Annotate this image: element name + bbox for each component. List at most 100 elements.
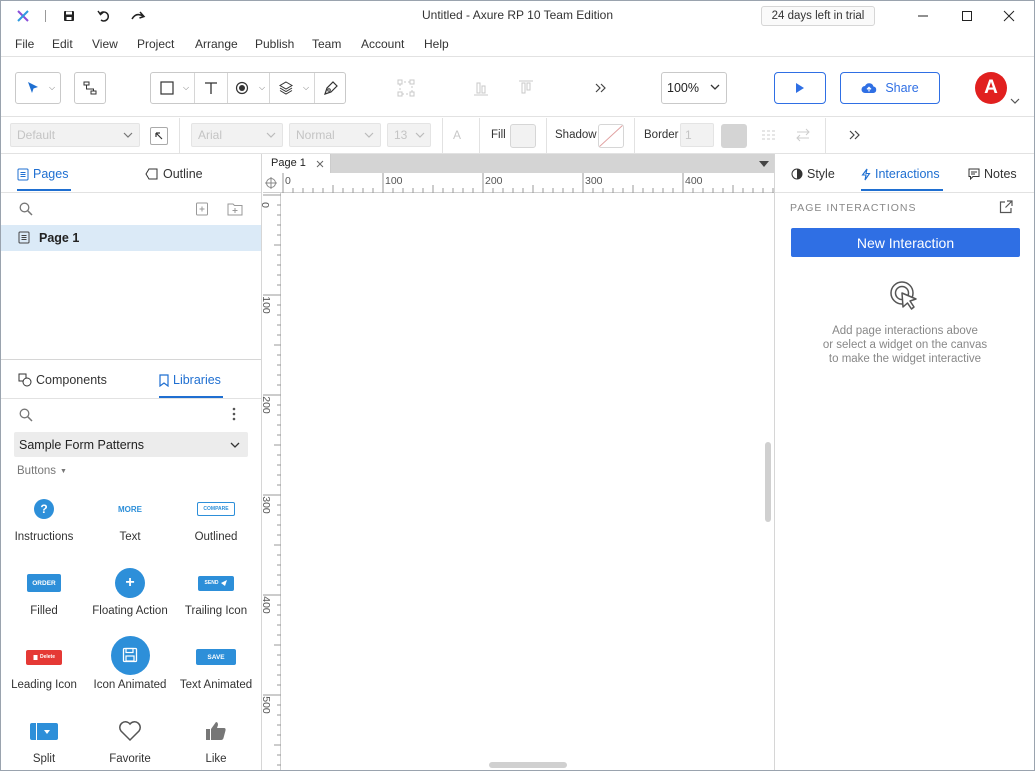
library-item-text[interactable]: MORE Text [87, 491, 173, 544]
close-tab-icon[interactable] [316, 160, 324, 168]
font-size-select[interactable]: 13 [387, 123, 431, 147]
close-icon[interactable] [999, 7, 1019, 25]
avatar[interactable]: A [975, 72, 1007, 104]
tab-notes[interactable]: Notes [968, 167, 1017, 181]
divider [1, 398, 261, 399]
chevron-down-icon[interactable]: ⌵ [181, 73, 191, 103]
cursor-click-icon [889, 280, 921, 315]
border-color-swatch[interactable] [721, 124, 747, 148]
fill-swatch[interactable] [510, 124, 536, 148]
divider [442, 118, 443, 153]
menu-help[interactable]: Help [424, 37, 449, 51]
tab-list-icon[interactable] [759, 161, 769, 167]
chevron-down-icon [415, 132, 425, 138]
tab-pages[interactable]: Pages [17, 167, 68, 181]
add-page-icon[interactable] [195, 202, 209, 219]
library-item-instructions[interactable]: ? Instructions [1, 491, 87, 543]
pointer-icon[interactable] [22, 73, 44, 103]
menu-bar: File Edit View Project Arrange Publish T… [1, 31, 1034, 57]
align-top-icon[interactable] [514, 74, 538, 102]
menu-view[interactable]: View [92, 37, 118, 51]
leading-icon-button-preview: Delete [26, 649, 62, 665]
fill-label: Fill [491, 129, 506, 141]
connector-tool[interactable] [74, 72, 106, 104]
font-weight-select[interactable]: Normal [289, 123, 381, 147]
style-manager-icon[interactable] [150, 127, 168, 145]
toolbar-divider [227, 73, 228, 103]
trial-badge[interactable]: 24 days left in trial [761, 6, 875, 26]
list-item[interactable]: Page 1 [1, 225, 261, 251]
vertical-scrollbar[interactable] [765, 442, 771, 522]
shadow-swatch[interactable] [598, 124, 624, 148]
library-item-label: Icon Animated [93, 679, 167, 691]
library-item-split[interactable]: Split [1, 713, 87, 765]
library-item-floating-action[interactable]: + Floating Action [87, 565, 173, 617]
page-tab-strip: Page 1 [263, 154, 774, 173]
more-styles-icon[interactable] [849, 129, 861, 143]
section-toggle[interactable]: Buttons ▼ [17, 465, 67, 477]
tab-interactions[interactable]: Interactions [861, 167, 940, 181]
menu-edit[interactable]: Edit [52, 37, 73, 51]
search-icon[interactable] [19, 408, 33, 425]
connector-icon[interactable] [75, 73, 105, 103]
search-icon[interactable] [19, 202, 33, 219]
kebab-menu-icon[interactable] [232, 407, 236, 424]
menu-team[interactable]: Team [312, 37, 341, 51]
tab-style[interactable]: Style [791, 167, 835, 181]
ruler-label: 100 [259, 296, 272, 314]
chevron-down-icon[interactable]: ⌵ [301, 73, 311, 103]
border-width-input[interactable]: 1 [680, 123, 714, 147]
text-tool-icon[interactable] [197, 73, 225, 103]
maximize-icon[interactable] [957, 7, 977, 25]
menu-project[interactable]: Project [137, 37, 174, 51]
library-item-icon-animated[interactable]: Icon Animated [87, 635, 173, 691]
border-style-icon[interactable] [761, 128, 777, 145]
zoom-select[interactable]: 100% [661, 72, 727, 104]
chevron-down-icon[interactable]: ⌵ [257, 73, 267, 103]
ellipse-icon[interactable] [229, 73, 255, 103]
tab-libraries[interactable]: Libraries [159, 373, 221, 387]
menu-publish[interactable]: Publish [255, 37, 294, 51]
tab-components[interactable]: Components [18, 373, 107, 387]
library-item-favorite[interactable]: Favorite [87, 713, 173, 765]
library-select[interactable]: Sample Form Patterns [14, 432, 248, 457]
select-tool-group[interactable]: ⌵ [15, 72, 61, 104]
font-family-select[interactable]: Arial [191, 123, 283, 147]
library-item-outlined[interactable]: COMPARE Outlined [173, 491, 259, 543]
page-tab[interactable]: Page 1 [263, 154, 331, 173]
horizontal-scrollbar[interactable] [489, 762, 567, 768]
menu-arrange[interactable]: Arrange [195, 37, 238, 51]
new-interaction-button[interactable]: New Interaction [791, 228, 1020, 257]
arrow-style-icon[interactable] [795, 128, 811, 145]
cloud-upload-icon [861, 83, 877, 93]
library-item-trailing-icon[interactable]: SEND Trailing Icon [173, 565, 259, 617]
tab-underline [17, 189, 71, 191]
pen-icon[interactable] [317, 73, 345, 103]
rectangle-icon[interactable] [153, 73, 181, 103]
library-item-filled[interactable]: ORDER Filled [1, 565, 87, 617]
ruler-label: 100 [385, 175, 403, 187]
preview-button[interactable] [774, 72, 826, 104]
text-color-icon[interactable]: A [453, 128, 461, 142]
add-folder-icon[interactable] [227, 202, 243, 219]
layers-icon[interactable] [273, 73, 299, 103]
minimize-icon[interactable] [913, 7, 933, 25]
tab-outline[interactable]: Outline [145, 167, 203, 181]
chevron-down-icon[interactable] [1010, 94, 1020, 108]
align-bottom-icon[interactable] [469, 74, 493, 102]
hint-line: Add page interactions above [832, 325, 978, 337]
menu-account[interactable]: Account [361, 37, 404, 51]
points-icon[interactable] [394, 74, 418, 102]
open-external-icon[interactable] [999, 200, 1013, 217]
chevron-down-icon[interactable]: ⌵ [46, 73, 58, 103]
library-item-text-animated[interactable]: SAVE Text Animated [173, 639, 259, 691]
more-tools-icon[interactable] [591, 78, 611, 98]
library-item-like[interactable]: Like [173, 713, 259, 765]
menu-file[interactable]: File [15, 37, 34, 51]
style-select[interactable]: Default [10, 123, 140, 147]
library-item-label: Instructions [14, 531, 74, 543]
ruler-origin-icon[interactable] [265, 177, 277, 189]
play-icon [796, 83, 804, 93]
share-button[interactable]: Share [840, 72, 940, 104]
library-item-leading-icon[interactable]: Delete Leading Icon [1, 639, 87, 691]
